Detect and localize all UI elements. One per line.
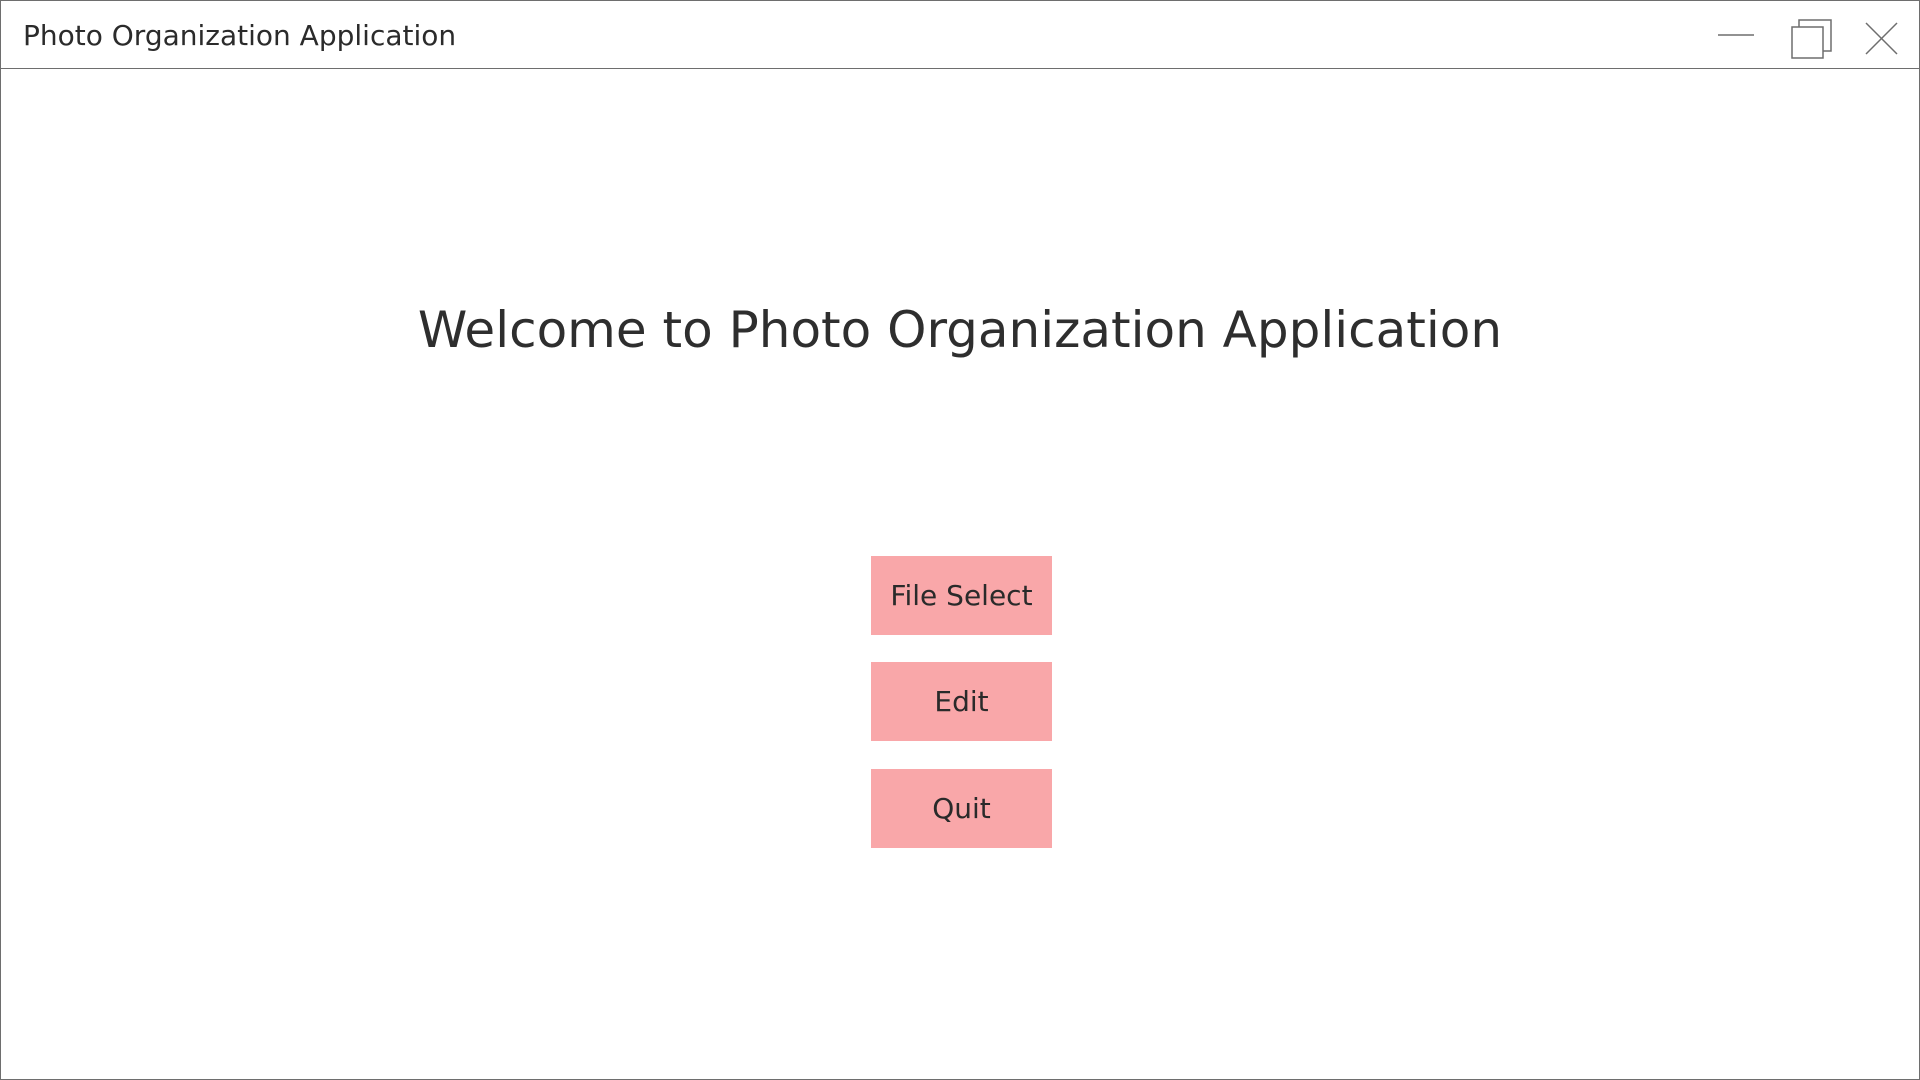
window-title: Photo Organization Application <box>23 19 457 52</box>
file-select-button[interactable]: File Select <box>871 556 1052 635</box>
restore-button[interactable] <box>1775 1 1845 68</box>
main-content: Welcome to Photo Organization Applicatio… <box>1 69 1919 1079</box>
minimize-icon <box>1718 34 1754 36</box>
minimize-button[interactable] <box>1701 1 1771 68</box>
close-button[interactable] <box>1846 1 1916 68</box>
app-window: Photo Organization Application Welcome t… <box>0 0 1920 1080</box>
quit-button[interactable]: Quit <box>871 769 1052 848</box>
title-bar[interactable]: Photo Organization Application <box>1 1 1919 69</box>
restore-icon <box>1791 19 1832 59</box>
edit-button[interactable]: Edit <box>871 662 1052 741</box>
welcome-heading: Welcome to Photo Organization Applicatio… <box>417 301 1503 359</box>
close-icon <box>1865 22 1898 55</box>
